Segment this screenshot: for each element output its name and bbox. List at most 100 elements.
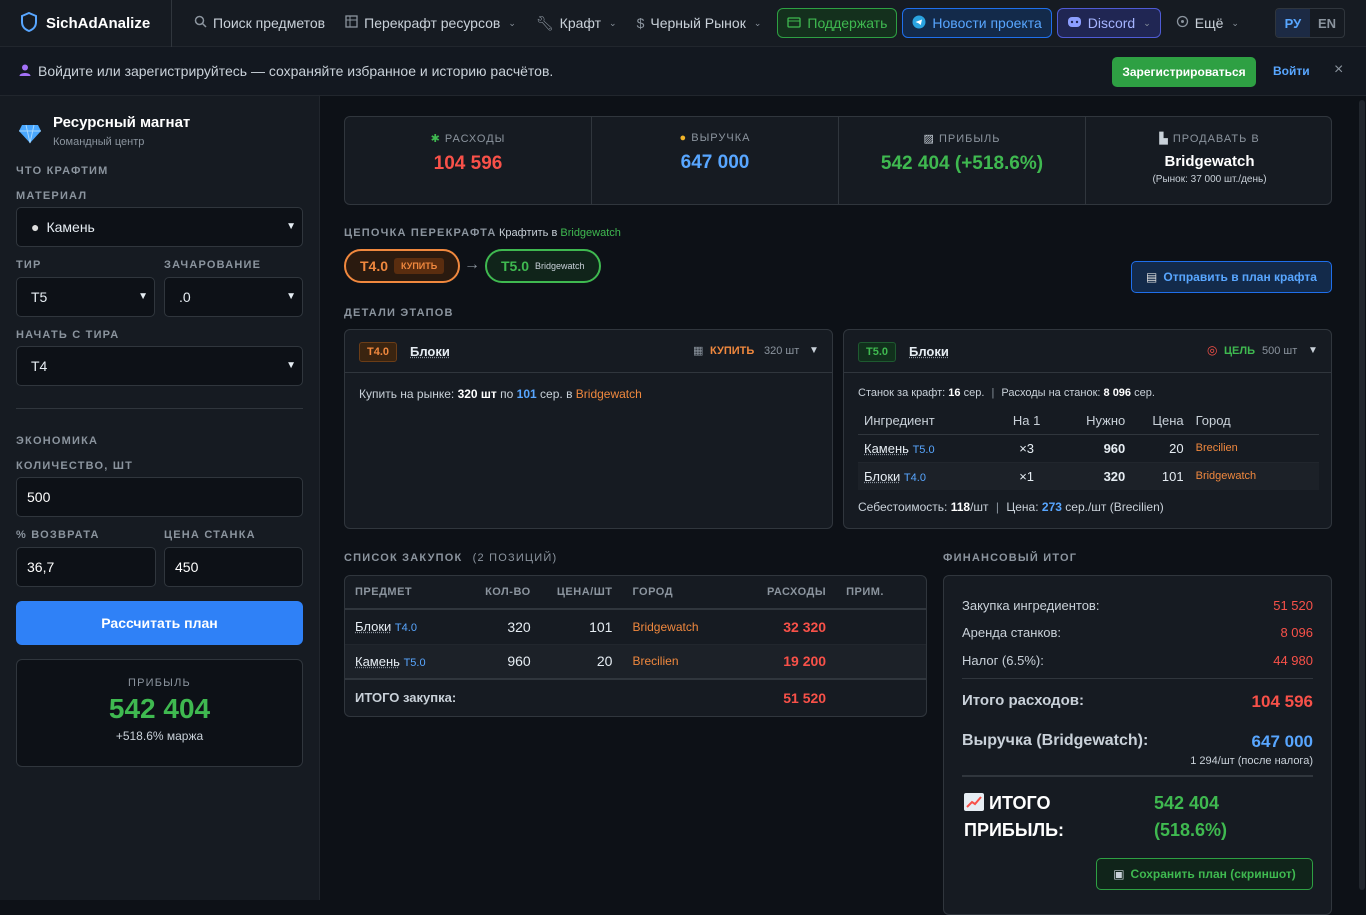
item-name: Блоки [355, 619, 392, 635]
news-button[interactable]: Новости проекта [902, 8, 1052, 38]
finance-title: ФИНАНСОВЫЙ ИТОГ [943, 552, 1078, 564]
chain-step-buy[interactable]: T4.0 КУПИТЬ [344, 249, 461, 283]
close-icon[interactable]: × [1334, 61, 1343, 79]
chevron-down-icon[interactable]: ▼ [809, 345, 819, 356]
material-select[interactable]: ● Камень ▼ [16, 207, 303, 247]
scrollbar[interactable] [1358, 96, 1366, 900]
lang-en-button[interactable]: EN [1310, 9, 1344, 37]
col-header: На 1 [1012, 412, 1041, 428]
qty: 960 [507, 653, 531, 670]
send-to-plan-button[interactable]: ▤ Отправить в план крафта [1131, 261, 1332, 293]
lang-ru-button[interactable]: РУ [1275, 9, 1310, 37]
detail-card-buy: T4.0 Блоки ▦ КУПИТЬ 320 шт ▼ Купить на р… [344, 329, 833, 529]
nav-recraft[interactable]: Перекрафт ресурсов ⌄ [335, 8, 526, 38]
action-qty: 320 шт [764, 345, 800, 357]
news-label: Новости проекта [932, 15, 1042, 31]
nav-label: Черный Рынок [650, 15, 746, 31]
station-info: Станок за крафт: 16 сер. | Расходы на ст… [858, 387, 1155, 399]
sidebar: Ресурсный магнат Командный центр ЧТО КРА… [0, 96, 320, 900]
profit-value: 542 404 [108, 693, 211, 724]
station-total: 8 096 [1103, 387, 1132, 399]
price: 20 [1169, 440, 1184, 456]
buy-price: 101 [516, 387, 537, 401]
purchases-table-card: ПРЕДМЕТ КОЛ-ВО ЦЕНА/ШТ ГОРОД РАСХОДЫ ПРИ… [344, 575, 927, 717]
section-craft-label: ЧТО КРАФТИМ [16, 165, 109, 177]
price: 101 [1161, 468, 1184, 484]
nav-black-market[interactable]: $ Черный Рынок ⌄ [627, 8, 772, 38]
detail-card-header[interactable]: T4.0 Блоки ▦ КУПИТЬ 320 шт ▼ [345, 330, 832, 373]
clipboard-icon: ▤ [1146, 270, 1158, 284]
action-label: ЦЕЛЬ [1224, 345, 1255, 357]
shield-icon [20, 11, 38, 35]
fin-value: 51 520 [1273, 598, 1313, 613]
buy-tag: КУПИТЬ [394, 258, 445, 274]
market-icon: ▦ [693, 345, 704, 357]
details-title: ДЕТАЛИ ЭТАПОВ [344, 307, 454, 319]
sell-market: (Рынок: 37 000 шт./день) [1152, 174, 1267, 185]
nav-more[interactable]: Ещё ⌄ [1166, 8, 1249, 38]
discord-button[interactable]: Discord ⌄ [1056, 8, 1161, 38]
floppy-icon: ▣ [1113, 867, 1125, 881]
ingredient-name: Камень [864, 440, 909, 456]
factory-icon: ▙ [1159, 133, 1169, 145]
fin-value: 647 000 [1251, 732, 1313, 751]
purchases-count: (2 ПОЗИЦИЙ) [472, 552, 558, 564]
station-price-input[interactable]: 450 [164, 547, 303, 587]
login-link[interactable]: Войти [1273, 64, 1310, 78]
start-tier-label: НАЧАТЬ С ТИРА [16, 329, 120, 341]
table-row: Блоки T4.0 320 101 Bridgewatch 32 320 [345, 609, 926, 644]
col-header: Город [1195, 412, 1231, 428]
tier-select[interactable]: T5 ▼ [16, 277, 155, 317]
nav-label: Крафт [559, 15, 602, 31]
qty-label: КОЛИЧЕСТВО, ШТ [16, 460, 133, 472]
rock-icon: ● [31, 219, 40, 235]
station-total-unit: сер. [1134, 387, 1155, 399]
support-button[interactable]: Поддержать [777, 8, 898, 38]
cost-prefix: Себестоимость: [858, 500, 948, 514]
table-row: Камень T5.0 960 20 Brecilien 19 200 [345, 644, 926, 679]
chevron-down-icon: ▼ [286, 360, 296, 371]
chevron-down-icon: ⌄ [1143, 17, 1151, 28]
chevron-down-icon[interactable]: ▼ [1308, 345, 1318, 356]
qty: 320 [507, 618, 531, 635]
nav-search-items[interactable]: Поиск предметов [184, 8, 335, 38]
nav-label: Перекрафт ресурсов [364, 15, 501, 31]
buy-by: по [500, 387, 514, 401]
detail-card-target: T5.0 Блоки ◎ ЦЕЛЬ 500 шт ▼ Станок за кра… [843, 329, 1332, 529]
scrollbar-thumb[interactable] [1359, 100, 1365, 890]
qty-input[interactable]: 500 [16, 477, 303, 517]
wrench-icon: 🔧︎ [535, 14, 554, 31]
profit-total-label: ИТОГО ПРИБЫЛЬ: [964, 790, 1064, 844]
detail-card-header[interactable]: T5.0 Блоки ◎ ЦЕЛЬ 500 шт ▼ [844, 330, 1331, 373]
moneybag-icon: ● [679, 132, 688, 144]
support-label: Поддержать [807, 15, 888, 31]
fin-value: 104 596 [1251, 692, 1313, 711]
col-header: Цена [1152, 412, 1184, 428]
enchant-select[interactable]: .0 ▼ [164, 277, 303, 317]
cost-value: 118 [950, 500, 971, 514]
save-plan-button[interactable]: ▣ Сохранить план (скриншот) [1096, 858, 1313, 890]
brand-name: SichAdAnalize [46, 14, 151, 32]
fin-label: Аренда станков: [962, 625, 1062, 640]
brand[interactable]: SichAdAnalize [0, 0, 172, 47]
register-button[interactable]: Зарегистрироваться [1112, 57, 1256, 87]
per-one: ×3 [1019, 440, 1035, 456]
finance-revenue-row: Выручка (Bridgewatch): 647 000 [962, 732, 1313, 752]
return-input[interactable]: 36,7 [16, 547, 156, 587]
profit-label-2: ПРИБЫЛЬ: [964, 820, 1065, 840]
diamond-icon [18, 124, 42, 147]
fin-label: Итого расходов: [962, 692, 1084, 709]
nav-craft[interactable]: 🔧︎ Крафт ⌄ [526, 8, 627, 38]
user-icon [18, 63, 32, 80]
profit-margin: +518.6% маржа [115, 729, 204, 743]
item-name: Блоки [410, 344, 450, 359]
purchases-table: ПРЕДМЕТ КОЛ-ВО ЦЕНА/ШТ ГОРОД РАСХОДЫ ПРИ… [345, 576, 926, 715]
start-tier-select[interactable]: T4 ▼ [16, 346, 303, 386]
login-banner: Войдите или зарегистрируйтесь — сохраняй… [0, 47, 1366, 96]
stat-label: ПРИБЫЛЬ [938, 133, 1001, 145]
finance-total-row: Итого расходов: 104 596 [962, 692, 1313, 712]
stat-revenue: ● ВЫРУЧКА 647 000 [592, 117, 839, 205]
sell-city: Bridgewatch [1164, 153, 1255, 170]
calculate-button[interactable]: Рассчитать план [16, 601, 303, 645]
chain-step-craft[interactable]: T5.0 Bridgewatch [485, 249, 601, 283]
